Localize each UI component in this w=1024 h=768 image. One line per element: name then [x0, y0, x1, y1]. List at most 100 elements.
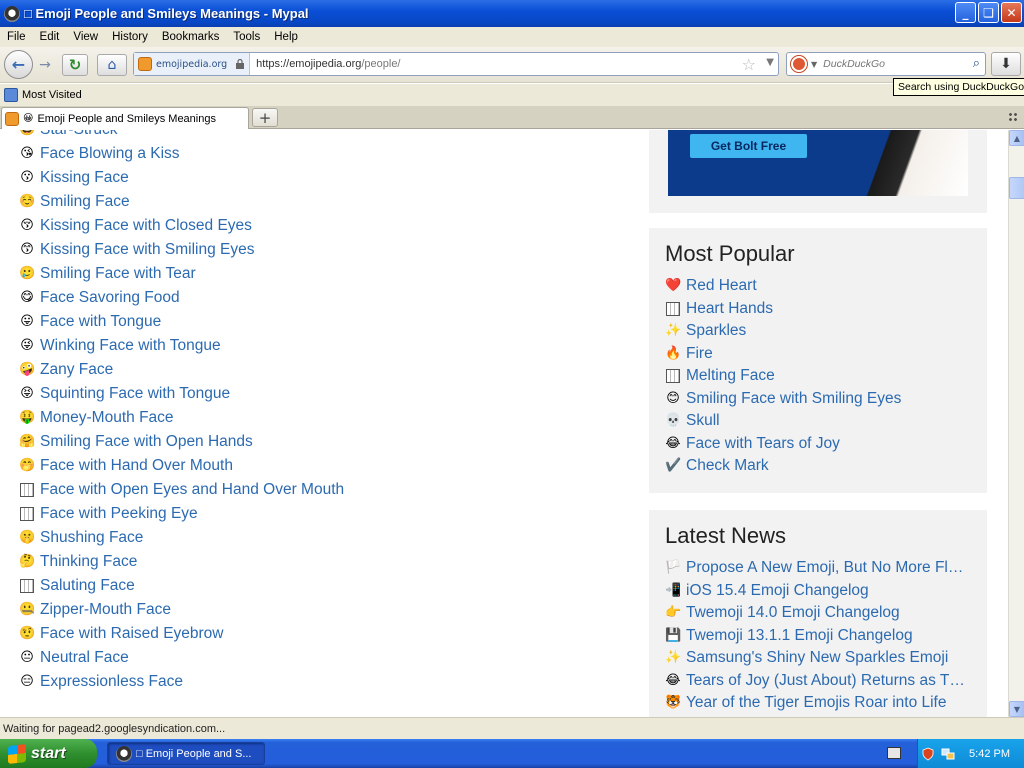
emoji-list-item[interactable]: 😗 Kissing Face [19, 166, 344, 190]
site-identity-button[interactable]: emojipedia.org [134, 53, 251, 75]
panel-link[interactable]: Check Mark [686, 457, 769, 475]
emoji-list-item[interactable]: 🤔 Thinking Face [19, 550, 344, 574]
panel-list-item[interactable]: 😊 Smiling Face with Smiling Eyes [665, 388, 971, 411]
menu-history[interactable]: History [105, 31, 155, 43]
emoji-link[interactable]: Expressionless Face [40, 673, 183, 691]
emoji-list-item[interactable]: 😙 Kissing Face with Smiling Eyes [19, 238, 344, 262]
emoji-link[interactable]: Saluting Face [40, 577, 135, 595]
emoji-link[interactable]: Face with Raised Eyebrow [40, 625, 224, 643]
emoji-list-item[interactable]: 🤨 Face with Raised Eyebrow [19, 622, 344, 646]
duckduckgo-icon[interactable] [791, 56, 807, 72]
emoji-link[interactable]: Neutral Face [40, 649, 129, 667]
emoji-list-item[interactable]: 😜 Winking Face with Tongue [19, 334, 344, 358]
get-bolt-free-button[interactable]: Get Bolt Free [690, 134, 807, 158]
menu-view[interactable]: View [66, 31, 105, 43]
panel-list-item[interactable]: ✔️ Check Mark [665, 455, 971, 478]
new-tab-button[interactable]: + [252, 108, 278, 127]
emoji-link[interactable]: Smiling Face [40, 193, 130, 211]
emoji-list-item[interactable]: 🥲 Smiling Face with Tear [19, 262, 344, 286]
emoji-list-item[interactable]: ☺️ Smiling Face [19, 190, 344, 214]
emoji-link[interactable]: Face with Hand Over Mouth [40, 457, 233, 475]
menu-edit[interactable]: Edit [33, 31, 67, 43]
emoji-list-item[interactable]: Face with Peeking Eye [19, 502, 344, 526]
panel-link[interactable]: Face with Tears of Joy [686, 435, 840, 453]
scroll-down-arrow-icon[interactable]: ▼ [1009, 701, 1024, 717]
emoji-list-item[interactable]: Saluting Face [19, 574, 344, 598]
taskbar-mypal-window[interactable]: □ Emoji People and S... [107, 742, 265, 765]
forward-button[interactable]: → [34, 55, 56, 75]
panel-link[interactable]: Tears of Joy (Just About) Returns as T… [686, 672, 965, 690]
panel-link[interactable]: Twemoji 13.1.1 Emoji Changelog [686, 627, 913, 645]
emoji-link[interactable]: Kissing Face with Closed Eyes [40, 217, 252, 235]
keyboard-layout-icon[interactable] [887, 747, 901, 759]
menu-bookmarks[interactable]: Bookmarks [155, 31, 227, 43]
panel-list-item[interactable]: ✨ Samsung's Shiny New Sparkles Emoji [665, 647, 971, 670]
restore-button[interactable]: ❏ [978, 2, 999, 23]
address-bar[interactable]: emojipedia.org https://emojipedia.org/pe… [133, 52, 779, 76]
emoji-link[interactable]: Thinking Face [40, 553, 137, 571]
search-bar[interactable]: ▼ ⌕ [786, 52, 986, 76]
panel-link[interactable]: Samsung's Shiny New Sparkles Emoji [686, 649, 948, 667]
panel-link[interactable]: iOS 15.4 Emoji Changelog [686, 582, 869, 600]
emoji-list-item[interactable]: 🤫 Shushing Face [19, 526, 344, 550]
emoji-list-item[interactable]: 😋 Face Savoring Food [19, 286, 344, 310]
emoji-list-item[interactable]: 😚 Kissing Face with Closed Eyes [19, 214, 344, 238]
emoji-link[interactable]: Kissing Face with Smiling Eyes [40, 241, 255, 259]
panel-list-item[interactable]: 😂 Face with Tears of Joy [665, 433, 971, 456]
emoji-list-item[interactable]: Face with Open Eyes and Hand Over Mouth [19, 478, 344, 502]
emoji-link[interactable]: Face with Open Eyes and Hand Over Mouth [40, 481, 344, 499]
emoji-list-item[interactable]: 🤑 Money-Mouth Face [19, 406, 344, 430]
downloads-button[interactable]: ⬇ [991, 52, 1021, 76]
tab-emoji-people[interactable]: 😀 Emoji People and Smileys Meanings [1, 107, 249, 129]
emoji-link[interactable]: Money-Mouth Face [40, 409, 174, 427]
emoji-list-item[interactable]: 😝 Squinting Face with Tongue [19, 382, 344, 406]
most-visited-bookmark[interactable]: Most Visited [22, 89, 82, 101]
emoji-link[interactable]: Face Blowing a Kiss [40, 145, 180, 163]
emoji-link[interactable]: Shushing Face [40, 529, 143, 547]
security-shield-icon[interactable] [921, 747, 935, 761]
emoji-link[interactable]: Smiling Face with Tear [40, 265, 196, 283]
start-button[interactable]: start [0, 739, 97, 768]
panel-link[interactable]: Smiling Face with Smiling Eyes [686, 390, 901, 408]
reload-button[interactable]: ↻ [62, 54, 88, 76]
emoji-list-item[interactable]: 😛 Face with Tongue [19, 310, 344, 334]
panel-list-item[interactable]: 🐯 Year of the Tiger Emojis Roar into Life [665, 692, 971, 715]
emoji-list-item[interactable]: 🤪 Zany Face [19, 358, 344, 382]
emoji-link[interactable]: Face Savoring Food [40, 289, 180, 307]
emoji-list-item[interactable]: 🤭 Face with Hand Over Mouth [19, 454, 344, 478]
scroll-up-arrow-icon[interactable]: ▲ [1009, 130, 1024, 146]
network-icon[interactable] [941, 747, 955, 761]
emoji-link[interactable]: Star-Struck [40, 130, 118, 139]
panel-list-item[interactable]: 📲 iOS 15.4 Emoji Changelog [665, 580, 971, 603]
panel-list-item[interactable]: ✨ Sparkles [665, 320, 971, 343]
panel-list-item[interactable]: Heart Hands [665, 298, 971, 321]
panel-link[interactable]: Heart Hands [686, 300, 773, 318]
panel-link[interactable]: Melting Face [686, 367, 775, 385]
panel-list-item[interactable]: 🔥 Fire [665, 343, 971, 366]
panel-list-item[interactable]: 😂 Tears of Joy (Just About) Returns as T… [665, 670, 971, 693]
scrollbar-thumb[interactable] [1009, 177, 1024, 199]
panel-list-item[interactable]: Melting Face [665, 365, 971, 388]
search-engine-dropdown-icon[interactable]: ▼ [811, 60, 817, 69]
system-clock[interactable]: 5:42 PM [969, 748, 1010, 760]
tab-list-icon[interactable] [1008, 112, 1018, 122]
panel-list-item[interactable]: 💀 Skull [665, 410, 971, 433]
url-dropdown-icon[interactable]: ▼ [766, 57, 774, 68]
panel-link[interactable]: Year of the Tiger Emojis Roar into Life [686, 694, 946, 712]
panel-link[interactable]: Skull [686, 412, 720, 430]
emoji-link[interactable]: Face with Tongue [40, 313, 161, 331]
panel-list-item[interactable]: ❤️ Red Heart [665, 275, 971, 298]
emoji-link[interactable]: Face with Peeking Eye [40, 505, 198, 523]
emoji-link[interactable]: Kissing Face [40, 169, 129, 187]
panel-list-item[interactable]: 🏳️ Propose A New Emoji, But No More Fl… [665, 557, 971, 580]
window-titlebar[interactable]: □ Emoji People and Smileys Meanings - My… [0, 0, 1024, 27]
menu-file[interactable]: File [0, 31, 33, 43]
emoji-list-item[interactable]: 🤗 Smiling Face with Open Hands [19, 430, 344, 454]
emoji-link[interactable]: Zipper-Mouth Face [40, 601, 171, 619]
panel-link[interactable]: Red Heart [686, 277, 757, 295]
mypal-app-icon[interactable] [4, 5, 20, 22]
minimize-button[interactable]: _ [955, 2, 976, 23]
emoji-list-item[interactable]: 🤩 Star-Struck [19, 130, 344, 142]
panel-link[interactable]: Propose A New Emoji, But No More Fl… [686, 559, 963, 577]
panel-list-item[interactable]: 💾 Twemoji 13.1.1 Emoji Changelog [665, 625, 971, 648]
